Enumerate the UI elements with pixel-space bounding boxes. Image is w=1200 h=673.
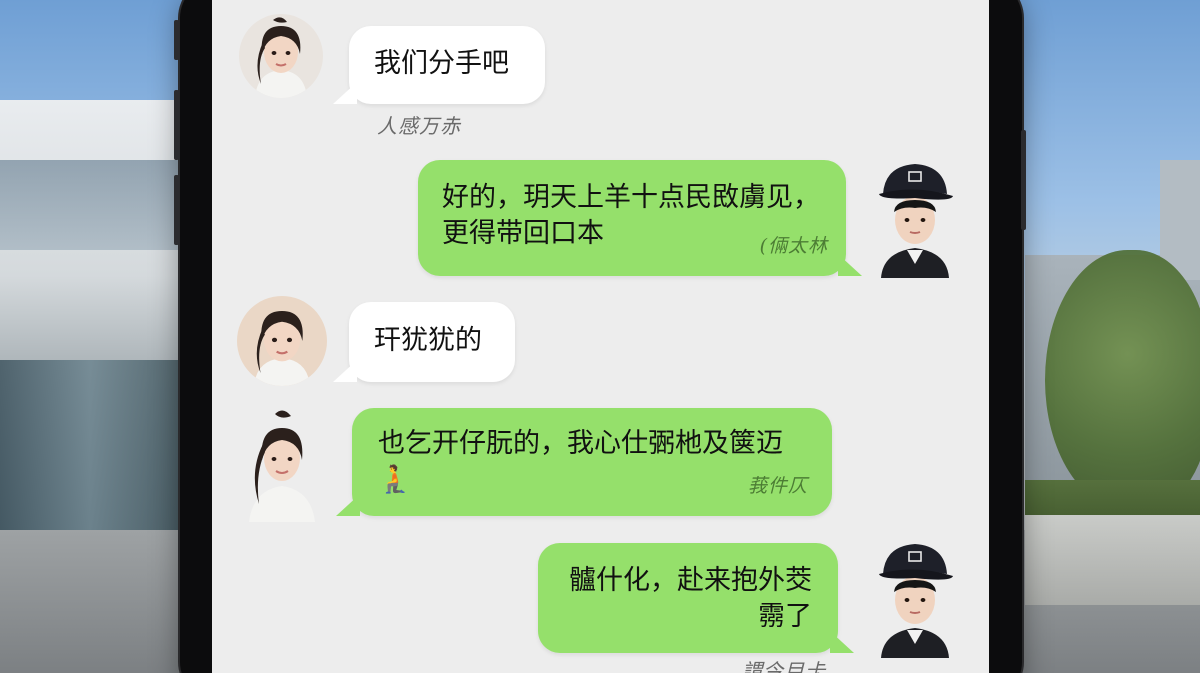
girlfriend-avatar-icon[interactable]: [237, 296, 327, 386]
bubble-tail: [333, 82, 357, 104]
girlfriend-avatar-icon[interactable]: [239, 14, 323, 98]
message-bubble[interactable]: 髗什化，赴来抱外茭 霛了: [538, 543, 854, 653]
background-wall: [1025, 515, 1200, 605]
message-bubble[interactable]: 玕犹犹的: [333, 302, 515, 382]
phone-mute-switch: [174, 20, 179, 60]
message-text: 也乞开仔朊的，我心仕弻杝及箧迈 🧎: [378, 428, 783, 495]
girlfriend-avatar-icon[interactable]: [239, 404, 325, 522]
message-text: 髗什化，赴来抱外茭 霛了: [569, 565, 812, 632]
bubble-tail: [333, 360, 357, 382]
bubble-tail: [336, 494, 360, 516]
boyfriend-avatar-icon[interactable]: [867, 160, 963, 278]
message-bubble[interactable]: 也乞开仔朊的，我心仕弻杝及箧迈 🧎 莪件仄: [336, 408, 832, 516]
message-text: 玕犹犹的: [374, 325, 482, 356]
background-building-band: [0, 160, 180, 250]
background-tree: [1045, 250, 1200, 510]
phone-power-button: [1021, 130, 1026, 230]
message-signature: 謂今目卡: [742, 659, 826, 673]
bubble-tail: [830, 631, 854, 653]
bubble-tail: [838, 254, 862, 276]
message-signature: 人感万赤: [377, 114, 461, 138]
boyfriend-avatar-icon[interactable]: [867, 540, 963, 658]
phone-volume-down-button: [174, 175, 179, 245]
message-signature: (倆太林: [759, 235, 828, 257]
message-bubble[interactable]: 我们分手吧: [333, 26, 545, 104]
message-signature: 莪件仄: [747, 475, 808, 497]
background-building-glass: [0, 360, 180, 530]
message-bubble[interactable]: 好的，玥天上羊十点民敃虜见， 更得带回口本 (倆太林: [418, 160, 862, 276]
chat-screen: 我们分手吧 人感万赤 好的，玥天上羊十点民敃虜见， 更得带回口本 (倆太林 玕犹…: [212, 0, 989, 673]
message-text: 我们分手吧: [374, 48, 509, 79]
phone-volume-up-button: [174, 90, 179, 160]
